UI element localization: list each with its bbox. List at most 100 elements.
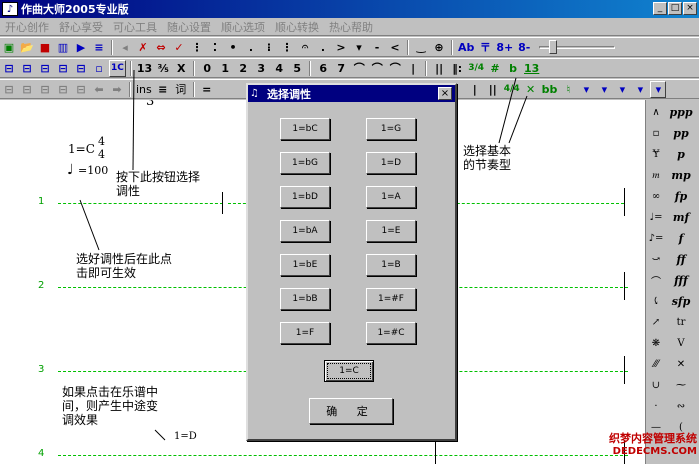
back-button[interactable]: ◂ [117, 39, 133, 56]
key-G-button[interactable]: 1=G [366, 118, 416, 140]
double-sharp-button[interactable]: ✕ [523, 81, 539, 98]
note-6-button[interactable]: 6 [315, 60, 331, 77]
slur-button[interactable]: ‿ [413, 39, 429, 56]
palette-cup[interactable]: ∪ [646, 375, 666, 396]
menu-options[interactable]: 顺心选项 [216, 19, 270, 35]
key-D-button[interactable]: 1=D [366, 152, 416, 174]
small-square-button[interactable]: ▫ [91, 60, 107, 77]
arrow-right-icon[interactable]: ➡ [109, 81, 125, 98]
menu-settings[interactable]: 随心设置 [162, 19, 216, 35]
inline-key-change[interactable]: 1=D [174, 431, 197, 442]
coda-button[interactable]: ⊕ [431, 39, 447, 56]
staff-line[interactable] [58, 455, 628, 456]
bar-button[interactable]: | [405, 60, 421, 77]
palette-p[interactable]: p [666, 144, 696, 165]
natural-button[interactable]: ♮ [560, 81, 576, 98]
lines-button[interactable]: ≡ [155, 81, 171, 98]
menu-help[interactable]: 热心帮助 [324, 19, 378, 35]
dropdown-5-icon[interactable]: ▾ [650, 80, 667, 98]
time-signature-top[interactable]: 4 [98, 135, 105, 148]
note-7-button[interactable]: 7 [333, 60, 349, 77]
palette-curve-1[interactable]: ⤻ [646, 249, 666, 270]
align-button-5[interactable]: ⊟ [73, 60, 89, 77]
palette-f[interactable]: f [666, 228, 696, 249]
menu-enjoy[interactable]: 舒心享受 [54, 19, 108, 35]
align-button-1[interactable]: ⊟ [1, 60, 17, 77]
repeat-bar-button[interactable]: ‖: [449, 60, 465, 77]
palette-fff[interactable]: fff [666, 270, 696, 291]
insert-button[interactable]: ins [135, 81, 153, 98]
format-button-3[interactable]: ⊟ [37, 81, 53, 98]
palette-tremolo[interactable]: ⁄⁄⁄ [646, 354, 666, 375]
swap-button[interactable]: ⇔ [153, 39, 169, 56]
double-bar-button[interactable]: || [431, 60, 447, 77]
align-button-4[interactable]: ⊟ [55, 60, 71, 77]
key-bE-button[interactable]: 1=bE [280, 254, 330, 276]
palette-wave[interactable]: ⁓ [666, 375, 696, 396]
palette-ff[interactable]: ff [666, 249, 696, 270]
tie-button-1[interactable]: ⌒ [351, 60, 367, 77]
key-bC-button[interactable]: 1=bC [280, 118, 330, 140]
format-button-1[interactable]: ⊟ [1, 81, 17, 98]
slider-thumb[interactable] [549, 40, 558, 54]
accent-button[interactable]: > [333, 39, 349, 56]
align-button-2[interactable]: ⊟ [19, 60, 35, 77]
palette-mp[interactable]: mp [666, 165, 696, 186]
note-4-button[interactable]: 4 [271, 60, 287, 77]
fraction-button[interactable]: ⅗ [155, 60, 171, 77]
dots-button-2[interactable]: ⁚ [207, 39, 223, 56]
key-bD-button[interactable]: 1=bD [280, 186, 330, 208]
meter-44-button[interactable]: 4/4 [503, 81, 521, 98]
note-5-button[interactable]: 5 [289, 60, 305, 77]
menu-convert[interactable]: 顺心转换 [270, 19, 324, 35]
list-button[interactable]: ≡ [91, 39, 107, 56]
check-button[interactable]: ✓ [171, 39, 187, 56]
lyrics-button[interactable]: 词 [173, 81, 189, 98]
palette-curve-2[interactable]: ⤹ [646, 291, 666, 312]
delete-note-button[interactable]: X [173, 60, 189, 77]
marcato-button[interactable]: ▾ [351, 39, 367, 56]
keyboard-button[interactable]: ▥ [55, 39, 71, 56]
palette-square[interactable]: ▫ [646, 123, 666, 144]
palette-ppp[interactable]: ppp [666, 102, 696, 123]
arrow-left-icon[interactable]: ⬅ [91, 81, 107, 98]
palette-mordent[interactable]: Ɏ [646, 144, 666, 165]
key-sharpC-button[interactable]: 1=#C [366, 322, 416, 344]
palette-pp[interactable]: pp [666, 123, 696, 144]
key-C-button[interactable]: 1=C [324, 360, 374, 382]
format-button-5[interactable]: ⊟ [73, 81, 89, 98]
palette-sfp[interactable]: sfp [666, 291, 696, 312]
meter-34-button[interactable]: 3/4 [467, 60, 485, 77]
key-B-button[interactable]: 1=B [366, 254, 416, 276]
octave-up-button[interactable]: 8+ [495, 39, 514, 56]
palette-arc[interactable]: ⌒ [646, 270, 666, 291]
palette-arrow[interactable]: ↗ [646, 312, 666, 333]
palette-mf[interactable]: mf [666, 207, 696, 228]
dropdown-4-icon[interactable]: ▾ [632, 81, 648, 98]
segno-button[interactable]: 〒 [477, 39, 493, 56]
palette-sine[interactable]: ∾ [666, 396, 696, 417]
palette-accent[interactable]: ∧ [646, 102, 666, 123]
tuplet-13-button[interactable]: 13 [523, 60, 540, 77]
save-icon[interactable]: ▣ [1, 39, 17, 56]
decrescendo-button[interactable]: < [387, 39, 403, 56]
tenuto-button[interactable]: - [369, 39, 385, 56]
double-bar-button-2[interactable]: || [485, 81, 501, 98]
dot-button-1[interactable]: • [225, 39, 241, 56]
dropdown-1-icon[interactable]: ▾ [578, 81, 594, 98]
stop-button[interactable]: ■ [37, 39, 53, 56]
dropdown-2-icon[interactable]: ▾ [596, 81, 612, 98]
key-sharpF-button[interactable]: 1=#F [366, 288, 416, 310]
key-signature[interactable]: 1=C [68, 142, 95, 156]
key-F-button[interactable]: 1=F [280, 322, 330, 344]
menu-tools[interactable]: 可心工具 [108, 19, 162, 35]
cut-button[interactable]: ✗ [135, 39, 151, 56]
minimize-button[interactable]: _ [653, 2, 667, 15]
tie-button-3[interactable]: ⌒ [387, 60, 403, 77]
palette-dot[interactable]: · [646, 396, 666, 417]
key-bA-button[interactable]: 1=bA [280, 220, 330, 242]
time-signature-bottom[interactable]: 4 [98, 148, 105, 161]
maximize-button[interactable]: □ [668, 2, 682, 15]
align-button-3[interactable]: ⊟ [37, 60, 53, 77]
double-flat-button[interactable]: bb [541, 81, 559, 98]
